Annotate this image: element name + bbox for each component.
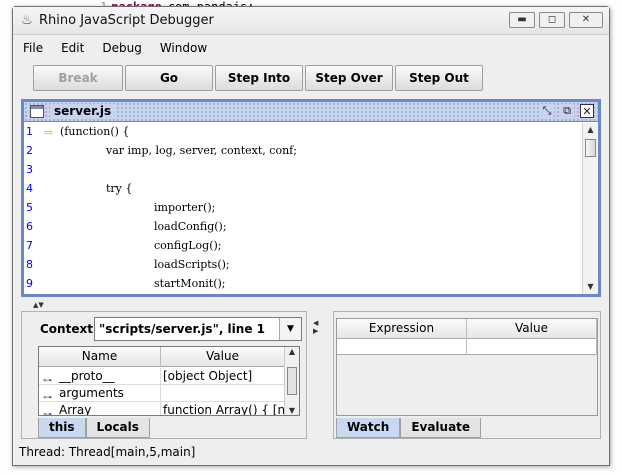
step-into-button[interactable]: Step Into [215, 65, 303, 91]
chevron-down-icon[interactable]: ▼ [279, 318, 301, 340]
table-row[interactable]: ⊶ arguments [39, 385, 285, 402]
watch-panel: Expression Value Watch Evaluate [333, 311, 601, 439]
line-number: 2 [26, 144, 33, 157]
line-number: 3 [26, 163, 33, 176]
code-editor[interactable]: 1 ⇨ (function() { 2 var imp, log, server, co… [24, 123, 584, 294]
split-divider-arrows-icon[interactable]: ▲▼ [33, 301, 44, 309]
variables-table: Name Value ⊶ __proto__ [object Object] ⊶ a… [38, 346, 300, 416]
code-text: loadConfig(); [154, 220, 227, 233]
code-text: importer(); [154, 201, 216, 214]
watch-expression-cell[interactable] [337, 339, 467, 355]
code-line[interactable]: 2 var imp, log, server, context, conf; [24, 144, 584, 163]
code-line[interactable]: 5 importer(); [24, 201, 584, 220]
close-button[interactable]: ✕ [569, 12, 603, 28]
variables-table-header: Name Value [39, 347, 285, 367]
watch-value-cell [467, 339, 597, 355]
code-text: loadScripts(); [154, 258, 230, 271]
line-number: 6 [26, 220, 33, 233]
code-text: (function() { [60, 125, 130, 138]
tree-node-icon[interactable]: ⊶ [43, 407, 52, 415]
step-out-button[interactable]: Step Out [395, 65, 483, 91]
menu-bar: File Edit Debug Window [21, 41, 209, 59]
tab-locals[interactable]: Locals [85, 418, 150, 438]
code-text: var imp, log, server, context, conf; [106, 144, 297, 157]
column-header-expression[interactable]: Expression [337, 319, 467, 339]
line-number: 1 [26, 125, 33, 138]
variables-scrollbar[interactable]: ▲ ▼ [284, 347, 299, 415]
column-header-name[interactable]: Name [39, 347, 161, 367]
tab-this[interactable]: this [38, 418, 86, 438]
table-row[interactable]: ⊶ Array function Array() { [na [39, 402, 285, 415]
frame-controls: ⤡ ⧉ ✕ [540, 104, 594, 118]
context-label: Context: [40, 322, 98, 336]
java-app-icon: ♨ [21, 13, 33, 28]
menu-edit[interactable]: Edit [59, 41, 86, 59]
scroll-thumb[interactable] [585, 139, 596, 157]
minimize-button[interactable]: ▬ [509, 12, 535, 28]
break-button[interactable]: Break [33, 65, 123, 91]
code-text: try { [106, 182, 133, 195]
tab-evaluate[interactable]: Evaluate [400, 418, 482, 438]
watch-tabs: Watch Evaluate [336, 418, 482, 438]
code-text: configLog(); [154, 239, 222, 252]
code-line[interactable]: 8 loadScripts(); [24, 258, 584, 277]
scroll-down-icon[interactable]: ▼ [285, 406, 299, 415]
code-line[interactable]: 6 loadConfig(); [24, 220, 584, 239]
scroll-down-icon[interactable]: ▼ [583, 280, 598, 294]
code-line[interactable]: 4 try { [24, 182, 584, 201]
line-number: 7 [26, 239, 33, 252]
tree-node-icon[interactable]: ⊶ [43, 373, 52, 385]
code-line[interactable]: 7 configLog(); [24, 239, 584, 258]
status-bar: Thread: Thread[main,5,main] [19, 445, 196, 459]
line-number: 9 [26, 277, 33, 290]
go-button[interactable]: Go [125, 65, 213, 91]
tree-node-icon[interactable]: ⊶ [43, 390, 52, 402]
step-over-button[interactable]: Step Over [305, 65, 393, 91]
watch-table-header: Expression Value [337, 319, 597, 339]
column-header-value[interactable]: Value [467, 319, 597, 339]
source-file-title: server.js [50, 104, 116, 118]
context-dropdown[interactable]: "scripts/server.js", line 1 ▼ [94, 317, 302, 341]
tab-watch[interactable]: Watch [336, 418, 401, 438]
toolbar: Break Go Step Into Step Over Step Out [33, 65, 483, 91]
context-panel: Context: "scripts/server.js", line 1 ▼ N… [21, 311, 307, 439]
current-line-arrow-icon: ⇨ [44, 126, 54, 139]
line-number: 8 [26, 258, 33, 271]
code-line[interactable]: 1 ⇨ (function() { [24, 125, 584, 144]
window-title: Rhino JavaScript Debugger [39, 13, 214, 28]
line-number: 4 [26, 182, 33, 195]
close-frame-icon[interactable]: ✕ [580, 104, 594, 118]
source-scrollbar[interactable]: ▲ ▼ [582, 123, 598, 294]
context-tabs: this Locals [38, 418, 150, 438]
line-number: 5 [26, 201, 33, 214]
frame-window-icon [30, 105, 44, 118]
context-value: "scripts/server.js", line 1 [99, 322, 265, 336]
maximize-frame-icon[interactable]: ⧉ [560, 104, 574, 118]
maximize-button[interactable]: ◻ [539, 12, 565, 28]
iconify-icon[interactable]: ⤡ [540, 104, 554, 118]
menu-window[interactable]: Window [158, 41, 209, 59]
scroll-up-icon[interactable]: ▲ [285, 347, 299, 356]
table-row[interactable]: ⊶ __proto__ [object Object] [39, 368, 285, 385]
menu-debug[interactable]: Debug [100, 41, 143, 59]
watch-empty-row[interactable] [337, 339, 597, 355]
menu-file[interactable]: File [21, 41, 45, 59]
column-header-value[interactable]: Value [161, 347, 285, 367]
scroll-up-icon[interactable]: ▲ [583, 123, 598, 137]
window-controls: ▬ ◻ ✕ [509, 12, 603, 28]
code-line[interactable]: 9 startMonit(); [24, 277, 584, 294]
code-line[interactable]: 3 [24, 163, 584, 182]
title-bar[interactable]: ♨ Rhino JavaScript Debugger ▬ ◻ ✕ [13, 7, 609, 35]
vertical-split-arrows-icon[interactable]: ◀ ▶ [313, 319, 319, 335]
source-frame: server.js ⤡ ⧉ ✕ 1 ⇨ (function() { 2 var imp,… [21, 99, 601, 297]
scroll-thumb[interactable] [287, 367, 297, 395]
watch-table: Expression Value [336, 318, 598, 416]
debugger-window: ♨ Rhino JavaScript Debugger ▬ ◻ ✕ File E… [12, 6, 610, 466]
source-frame-header[interactable]: server.js ⤡ ⧉ ✕ [24, 102, 598, 122]
code-text: startMonit(); [154, 277, 226, 290]
